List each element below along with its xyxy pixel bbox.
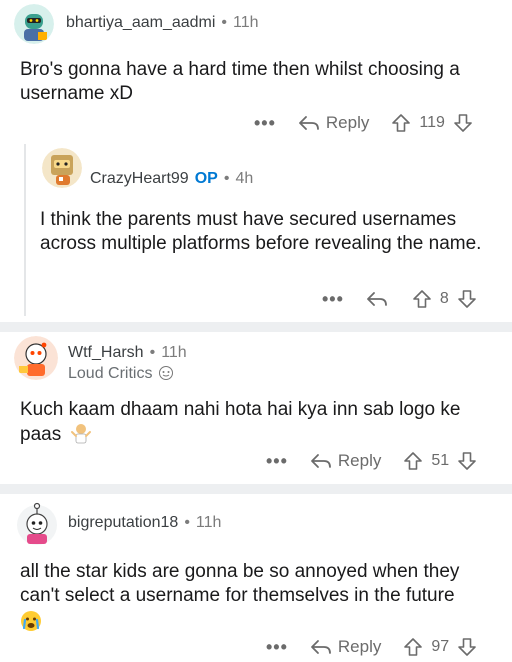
upvote-arrow-icon[interactable] [403,637,423,657]
vote-count: 97 [431,638,450,655]
reply-button[interactable] [366,290,394,308]
downvote-arrow-icon[interactable] [453,113,473,133]
reply-button[interactable]: Reply [310,451,381,471]
reply-label: Reply [337,451,382,470]
comment-3-header: Wtf_Harsh • 11h [68,344,187,362]
vote-control: 51 [403,451,477,471]
flair-text: Loud Critics [68,365,153,382]
crying-emoji-icon [21,611,41,631]
reply-button[interactable]: Reply [310,637,381,657]
comment-1: bhartiya_aam_aadmi • 11h Bro's gonna hav… [0,0,512,132]
comment-4-actions: ••• Reply 97 [266,634,477,660]
comment-2-header: CrazyHeart99 OP • 4h [90,170,253,188]
vote-control: 97 [403,637,477,657]
timestamp: 11h [161,344,187,361]
more-dots-icon[interactable]: ••• [254,114,276,132]
comment-body: Bro's gonna have a hard time then whilst… [20,59,460,104]
avatar-wtf-harsh[interactable] [14,336,58,380]
upvote-arrow-icon[interactable] [403,451,423,471]
more-dots-icon[interactable]: ••• [266,638,288,656]
comment-text: all the star kids are gonna be so annoye… [20,561,460,606]
username[interactable]: bhartiya_aam_aadmi [66,14,215,32]
username[interactable]: bigreputation18 [68,514,178,532]
comment-body: I think the parents must have secured us… [40,209,482,254]
reply-arrow-icon [367,292,387,306]
vote-count: 119 [419,114,445,131]
comment-separator [0,484,512,494]
comment-3-actions: ••• Reply 51 [266,448,477,474]
reply-label: Reply [325,113,370,132]
reply-label: Reply [337,637,382,656]
username[interactable]: CrazyHeart99 [90,170,189,188]
comment-1-header: bhartiya_aam_aadmi • 11h [66,14,259,32]
reply-arrow-icon [311,454,331,468]
username[interactable]: Wtf_Harsh [68,344,144,362]
timestamp: 11h [195,514,222,531]
more-dots-icon[interactable]: ••• [322,290,344,308]
comment-separator [0,322,512,332]
vote-control: 8 [412,289,477,309]
separator-dot: • [184,514,190,531]
separator-dot: • [221,14,228,31]
user-flair: Loud Critics [68,364,175,383]
downvote-arrow-icon[interactable] [457,637,477,657]
comment-body: all the star kids are gonna be so annoye… [20,560,500,632]
downvote-arrow-icon[interactable] [457,289,477,309]
separator-dot: • [223,170,230,187]
upvote-arrow-icon[interactable] [412,289,432,309]
thread-line[interactable] [24,144,26,316]
reply-arrow-icon [299,116,319,130]
separator-dot: • [149,344,156,361]
comment-1-actions: ••• Reply 119 [254,110,473,136]
comment-body: Kuch kaam dhaam nahi hota hai kya inn sa… [20,398,500,447]
reply-arrow-icon [311,640,331,654]
shrug-emoji-icon [71,424,92,444]
reply-button[interactable]: Reply [298,113,369,133]
timestamp: 4h [235,170,254,187]
avatar-bhartiya[interactable] [14,4,54,44]
comment-4-header: bigreputation18 • 11h [68,514,221,532]
timestamp: 11h [233,14,259,31]
avatar-crazyheart[interactable] [42,148,82,188]
comment-2-actions: ••• 8 [322,286,477,312]
op-badge: OP [194,170,218,187]
vote-control: 119 [391,113,473,133]
downvote-arrow-icon[interactable] [457,451,477,471]
upvote-arrow-icon[interactable] [391,113,411,133]
vote-count: 8 [439,290,449,307]
flair-emoji-icon [158,366,173,380]
avatar-bigreputation[interactable] [16,502,58,548]
more-dots-icon[interactable]: ••• [266,452,288,470]
vote-count: 51 [431,452,450,469]
